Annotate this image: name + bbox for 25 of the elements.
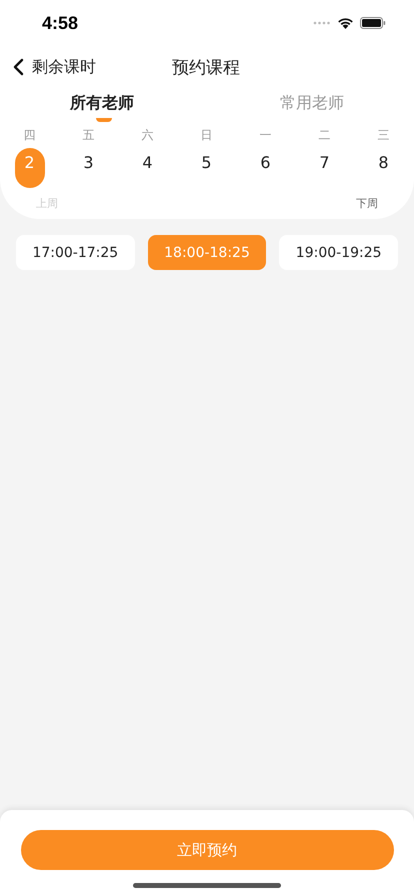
date-button[interactable]: 4 [132,148,162,188]
weekday-label: 五 [82,127,94,144]
date-button[interactable]: 5 [192,148,222,188]
status-time: 4:58 [42,12,78,34]
back-button[interactable]: 剩余课时 [0,56,96,78]
battery-icon [360,17,386,29]
tab[interactable]: 所有老师 [0,88,207,126]
date-button[interactable]: 6 [250,148,280,188]
weekday-label: 六 [142,127,154,144]
date-button[interactable]: 8 [368,148,398,188]
time-slot-button[interactable]: 17:00-17:25 [16,235,135,270]
weekday-label: 日 [200,127,212,144]
weekday-label: 二 [318,127,330,144]
weekday-label: 一 [260,127,272,144]
weekday-label: 四 [24,127,36,144]
next-week-link[interactable]: 下周 [356,196,378,211]
date-button[interactable]: 3 [74,148,104,188]
wifi-icon [337,17,354,29]
tab-indicator [96,118,112,122]
weekday-label: 三 [378,127,390,144]
signal-icon [313,21,331,25]
time-slot-button[interactable]: 19:00-19:25 [279,235,398,270]
chevron-icon [12,58,24,76]
page-title: 预约课程 [172,56,240,78]
date-button[interactable]: 7 [310,148,340,188]
